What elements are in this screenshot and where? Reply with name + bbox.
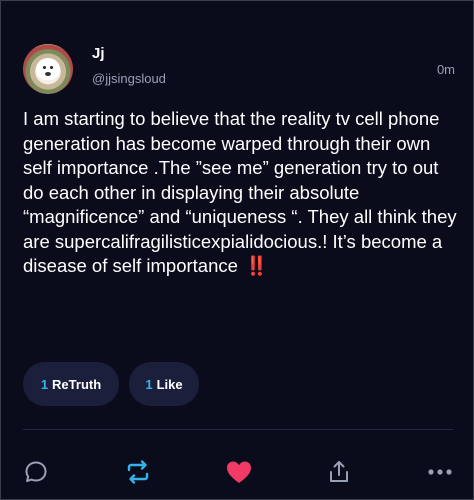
like-count: 1 <box>145 376 153 392</box>
like-button[interactable] <box>225 458 253 486</box>
avatar-eye-right <box>50 66 53 69</box>
like-count-button[interactable]: 1 Like <box>129 362 199 406</box>
retruth-button[interactable] <box>124 458 152 486</box>
retruth-count-button[interactable]: 1 ReTruth <box>23 362 119 406</box>
double-exclamation-emoji: ‼️ <box>245 255 268 276</box>
avatar[interactable] <box>23 44 73 94</box>
post-timestamp: 0m <box>436 62 455 77</box>
more-options-button[interactable] <box>426 458 454 486</box>
post-body: I am starting to believe that the realit… <box>23 107 457 279</box>
retruth-count: 1 <box>40 376 49 392</box>
avatar-nose <box>45 72 51 76</box>
avatar-dog-face <box>36 58 60 80</box>
reply-button[interactable] <box>22 458 50 486</box>
author-handle[interactable]: @jjsingsloud <box>92 71 166 86</box>
like-count-label: Like <box>156 376 183 392</box>
retruth-count-label: ReTruth <box>52 376 102 392</box>
divider <box>23 429 453 430</box>
more-icon <box>428 469 452 475</box>
share-icon <box>330 461 348 482</box>
heart-icon <box>227 461 251 483</box>
post-card: Jj @jjsingsloud 0m I am starting to beli… <box>0 0 474 500</box>
retruth-icon <box>127 460 149 484</box>
author-display-name[interactable]: Jj <box>92 45 105 62</box>
avatar-eye-left <box>43 66 46 69</box>
post-text: I am starting to believe that the realit… <box>23 108 457 276</box>
reply-icon <box>25 461 47 482</box>
share-button[interactable] <box>325 458 353 486</box>
